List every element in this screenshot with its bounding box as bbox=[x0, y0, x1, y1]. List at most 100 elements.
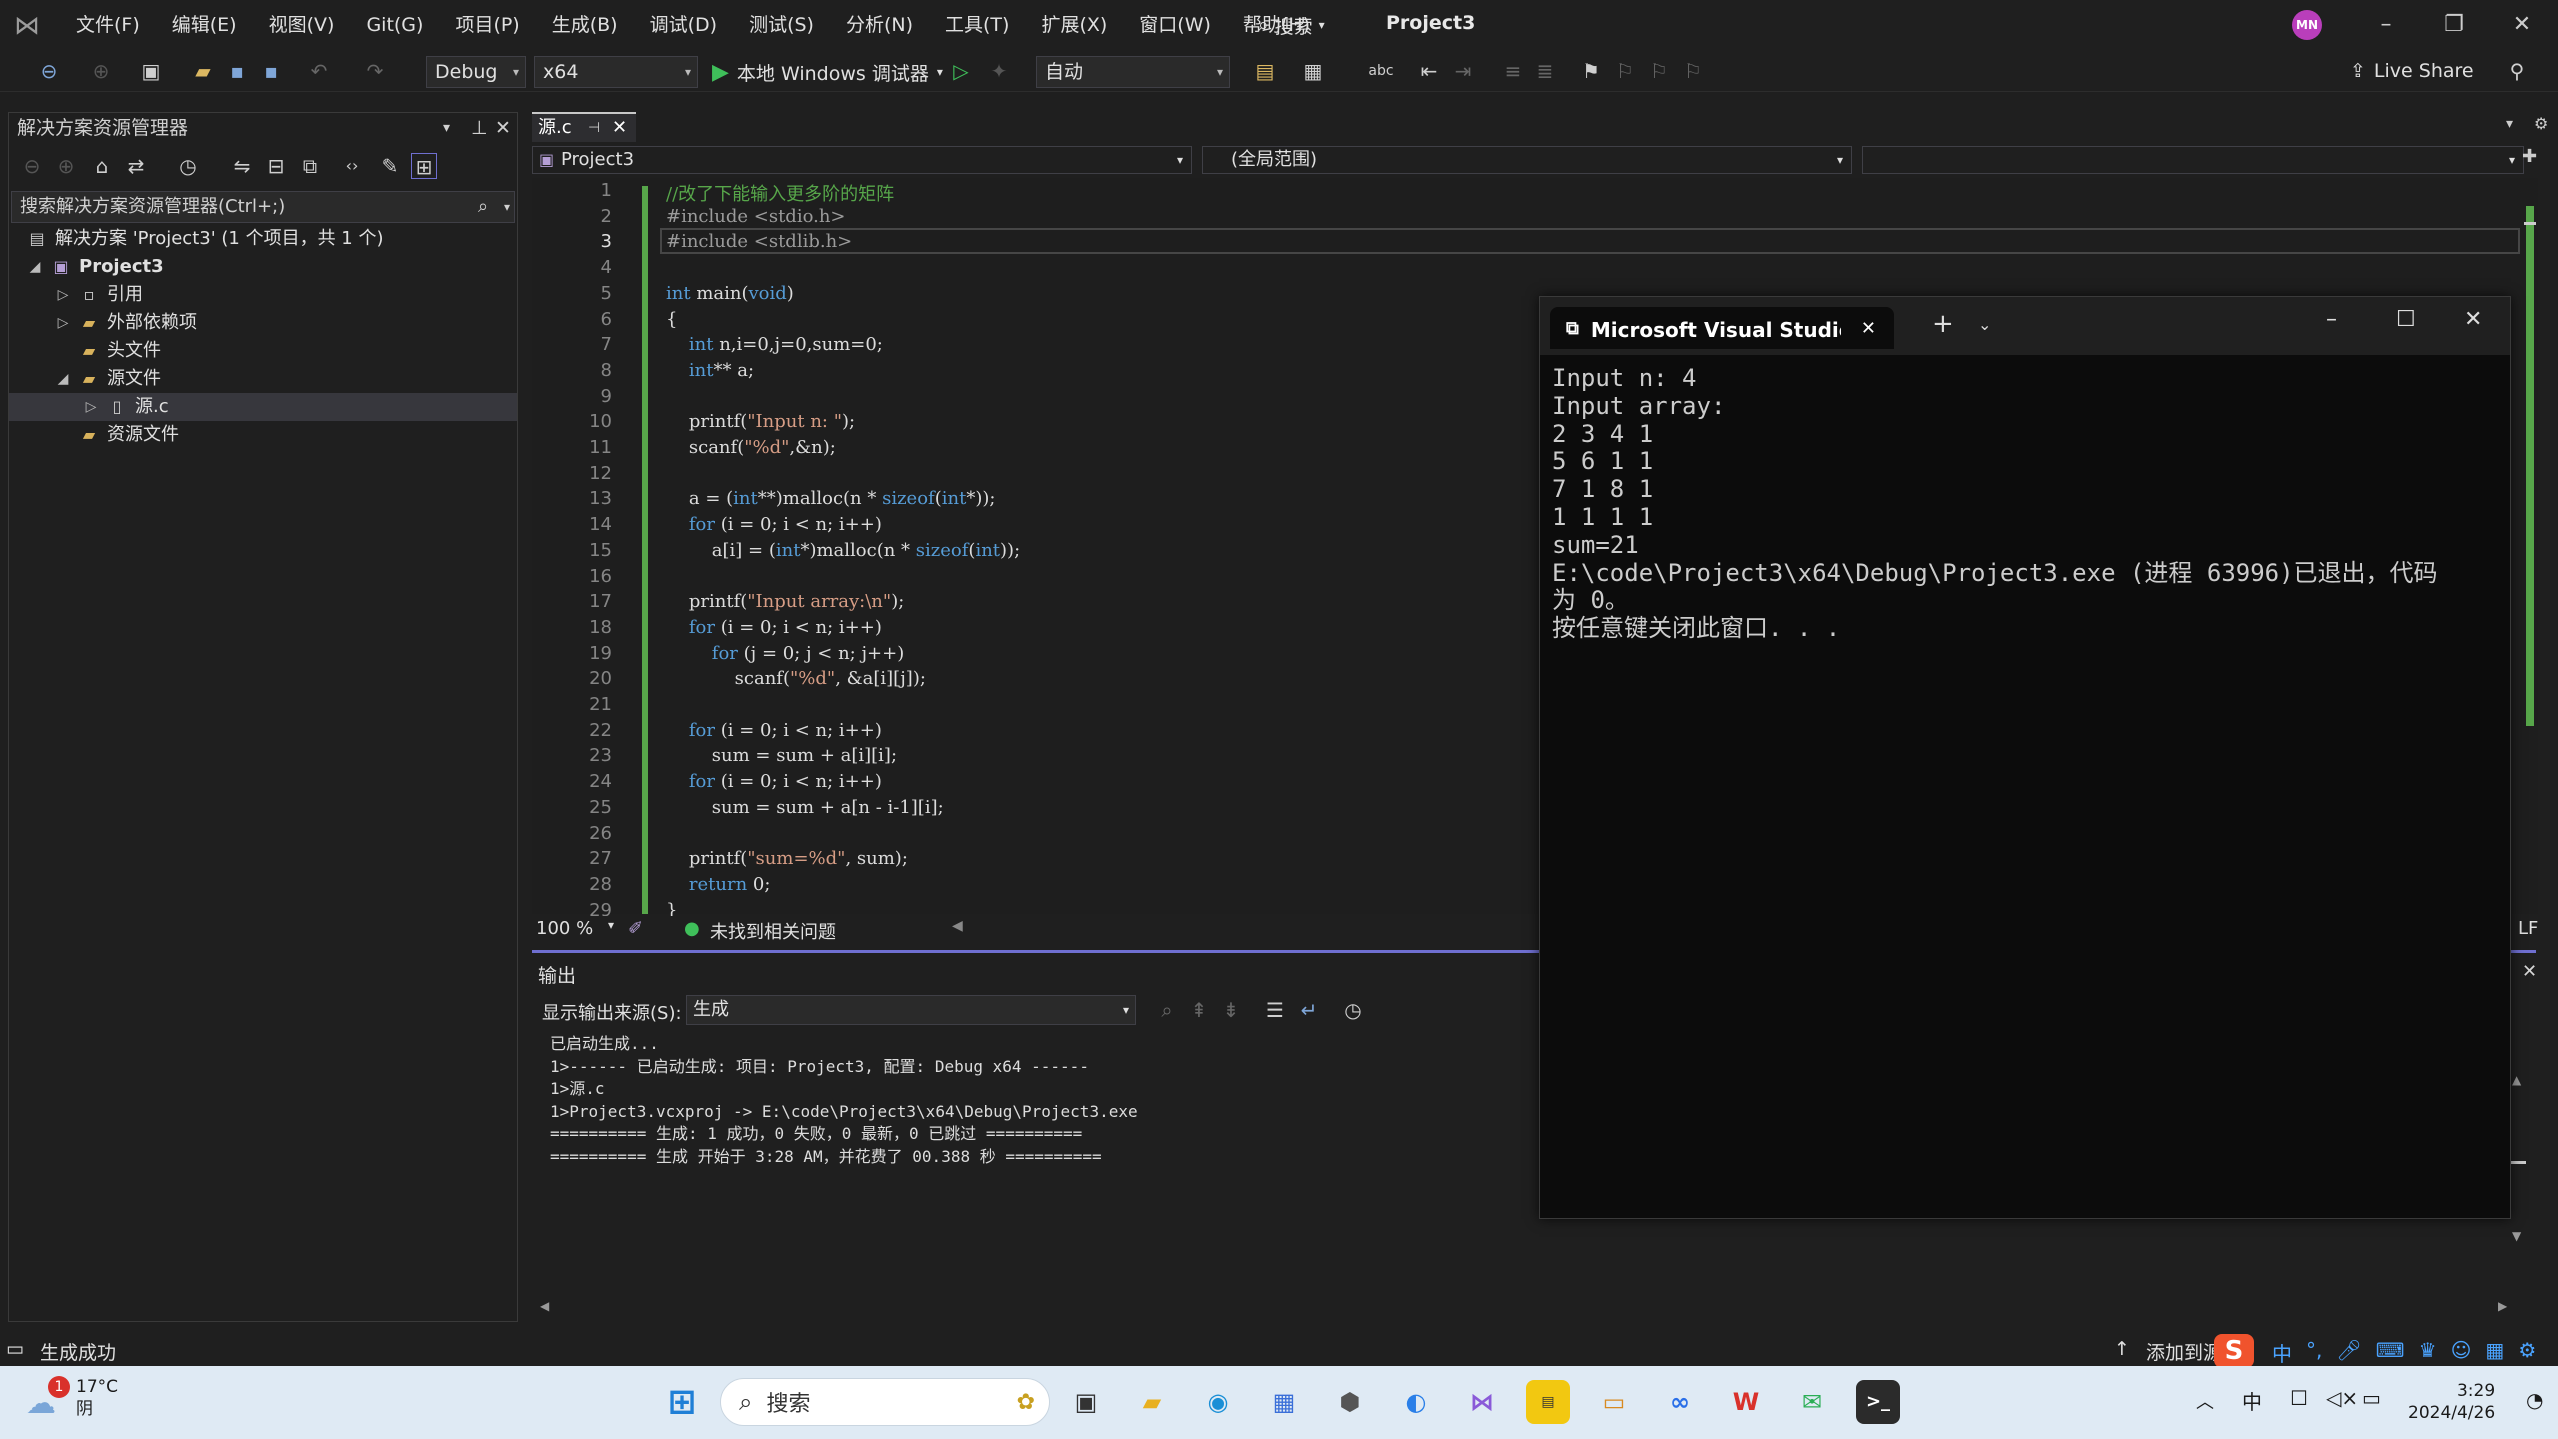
scroll-left-icon[interactable]: ◀ bbox=[540, 1299, 549, 1313]
member-nav-select[interactable]: ▾ bbox=[1862, 146, 2524, 174]
spell-check-icon[interactable]: abc bbox=[1368, 58, 1394, 84]
task-view-icon[interactable]: ▣ bbox=[1064, 1380, 1108, 1424]
visual-studio-icon[interactable]: ⋈ bbox=[1460, 1380, 1504, 1424]
skin-icon[interactable]: ♛ bbox=[2419, 1338, 2437, 1367]
scroll-thumb[interactable] bbox=[2510, 1161, 2526, 1164]
tree-item-project[interactable]: ◢ ▣ Project3 bbox=[27, 253, 164, 281]
clock[interactable]: 3:29 2024/4/26 bbox=[2408, 1380, 2495, 1424]
add-to-source-control[interactable]: 添加到源 bbox=[2146, 1338, 2222, 1365]
menu-item[interactable]: 文件(F) bbox=[60, 0, 156, 50]
pending-changes-icon[interactable]: ◷ bbox=[175, 153, 201, 179]
undo-icon[interactable]: ↶ bbox=[306, 58, 332, 84]
word-wrap-icon[interactable]: ↵ bbox=[1296, 997, 1322, 1023]
back-icon[interactable]: ⊖ bbox=[19, 153, 45, 179]
settings-icon[interactable]: ⚙ bbox=[2518, 1338, 2536, 1367]
weather-widget[interactable]: ☁ 1 17°C 阴 bbox=[26, 1376, 118, 1421]
close-icon[interactable]: ✕ bbox=[2464, 307, 2482, 332]
minimize-icon[interactable]: – bbox=[2356, 8, 2416, 42]
volume-icon[interactable]: ◁× bbox=[2326, 1386, 2358, 1410]
menu-item[interactable]: 测试(S) bbox=[733, 0, 830, 50]
close-icon[interactable]: ✕ bbox=[2522, 961, 2537, 982]
microphone-icon[interactable]: 🎤︎ bbox=[2336, 1338, 2361, 1367]
bookmark-icon[interactable]: ⚑ bbox=[1578, 58, 1604, 84]
ime-chinese-icon[interactable]: 中 bbox=[2272, 1338, 2292, 1367]
windows-start-icon[interactable]: ⊞ bbox=[660, 1380, 704, 1424]
wps-icon[interactable]: W bbox=[1724, 1380, 1768, 1424]
file-explorer-icon[interactable]: ▰ bbox=[1130, 1380, 1174, 1424]
menu-item[interactable]: Git(G) bbox=[350, 0, 439, 50]
tree-item-header-files[interactable]: ▰ 头文件 bbox=[79, 337, 161, 365]
notification-icon[interactable]: ◔ bbox=[2526, 1388, 2543, 1412]
tree-item-source-files[interactable]: ◢ ▰ 源文件 bbox=[55, 365, 161, 393]
editor-vertical-scrollbar[interactable] bbox=[2522, 178, 2538, 914]
maximize-icon[interactable]: ☐ bbox=[2396, 307, 2416, 332]
battery-icon[interactable]: ▭ bbox=[2362, 1386, 2381, 1410]
menu-item[interactable]: 工具(T) bbox=[929, 0, 1025, 50]
edge-icon[interactable]: ◉ bbox=[1196, 1380, 1240, 1424]
menu-item[interactable]: 项目(P) bbox=[439, 0, 535, 50]
taskbar-search[interactable]: ⌕ 搜索 ✿ bbox=[720, 1378, 1050, 1426]
feedback-icon[interactable]: ⚲ bbox=[2504, 58, 2530, 84]
restore-icon[interactable]: ❐ bbox=[2424, 8, 2484, 42]
scroll-down-icon[interactable]: ▼ bbox=[2512, 1229, 2521, 1243]
chevron-down-icon[interactable]: ▾ bbox=[443, 113, 450, 143]
uncomment-icon[interactable]: ≣ bbox=[1532, 58, 1558, 84]
open-folder-icon[interactable]: ▰ bbox=[190, 58, 216, 84]
clock-icon[interactable]: ◷ bbox=[1340, 997, 1366, 1023]
new-item-icon[interactable]: ▣ bbox=[138, 58, 164, 84]
sogou-ime-icon[interactable]: S bbox=[2214, 1334, 2254, 1368]
find-message-icon[interactable]: ⌕ bbox=[1154, 997, 1180, 1023]
menu-item[interactable]: 调试(D) bbox=[634, 0, 733, 50]
collapse-all-icon[interactable]: ⊟ bbox=[263, 153, 289, 179]
menu-item[interactable]: 生成(B) bbox=[536, 0, 634, 50]
window-layout-icon[interactable]: ▦ bbox=[1300, 58, 1326, 84]
output-horizontal-scrollbar[interactable]: ◀ ▶ bbox=[532, 1297, 2536, 1319]
gear-icon[interactable]: ⚙ bbox=[2534, 114, 2548, 133]
solution-search-input[interactable]: 搜索解决方案资源管理器(Ctrl+;) ⌕ ▾ bbox=[11, 191, 515, 223]
forward-icon[interactable]: ⊕ bbox=[53, 153, 79, 179]
ime-punct-icon[interactable]: °, bbox=[2306, 1338, 2322, 1367]
chevron-down-icon[interactable]: ⌄ bbox=[1978, 315, 1991, 334]
config-select[interactable]: Debug ▾ bbox=[426, 56, 526, 88]
output-source-select[interactable]: 生成 ▾ bbox=[686, 995, 1136, 1025]
show-all-files-icon[interactable]: ⧉ bbox=[297, 153, 323, 179]
scroll-right-icon[interactable]: ▶ bbox=[2498, 1299, 2507, 1313]
cloud-app-icon[interactable]: ∞ bbox=[1658, 1380, 1702, 1424]
new-tab-icon[interactable]: + bbox=[1932, 309, 1954, 339]
debug-console-window[interactable]: ⧉ Microsoft Visual Studio 调试 ✕ + ⌄ – ☐ ✕… bbox=[1539, 296, 2511, 1219]
project-nav-select[interactable]: ▣ Project3 ▾ bbox=[532, 146, 1192, 174]
tab-source-c[interactable]: 源.c ⊣ ✕ bbox=[532, 112, 636, 142]
close-icon[interactable]: ✕ bbox=[612, 114, 627, 142]
tree-item-external-deps[interactable]: ▷ ▰ 外部依赖项 bbox=[55, 309, 197, 337]
run-without-debug-icon[interactable]: ▷ bbox=[948, 58, 974, 84]
input-method-icon[interactable]: 中 bbox=[2242, 1386, 2262, 1415]
clear-bookmark-icon[interactable]: ⚐ bbox=[1680, 58, 1706, 84]
scroll-thumb[interactable] bbox=[2526, 206, 2534, 726]
close-icon[interactable]: ✕ bbox=[2492, 8, 2552, 42]
split-icon[interactable]: ✚ bbox=[2522, 146, 2537, 167]
next-message-icon[interactable]: ⇟ bbox=[1218, 997, 1244, 1023]
scroll-up-icon[interactable]: ▲ bbox=[2512, 1073, 2521, 1087]
cube-app-icon[interactable]: ⬢ bbox=[1328, 1380, 1372, 1424]
home-icon[interactable]: ⌂ bbox=[89, 153, 115, 179]
clear-all-icon[interactable]: ☰ bbox=[1262, 997, 1288, 1023]
preview-icon[interactable]: ⊞ bbox=[411, 153, 437, 179]
menu-item[interactable]: 视图(V) bbox=[253, 0, 351, 50]
live-share-button[interactable]: ⇪ Live Share bbox=[2350, 60, 2474, 82]
properties-icon[interactable]: ✎ bbox=[377, 153, 403, 179]
issues-status[interactable]: 未找到相关问题 bbox=[710, 918, 836, 944]
menu-item[interactable]: 扩展(X) bbox=[1025, 0, 1123, 50]
presentation-app-icon[interactable]: ▭ bbox=[1592, 1380, 1636, 1424]
search-button[interactable]: ⌕ 搜索 ▾ bbox=[1258, 8, 1325, 42]
sync-icon[interactable]: ⇋ bbox=[229, 153, 255, 179]
prev-bookmark-icon[interactable]: ⚐ bbox=[1612, 58, 1638, 84]
platform-select[interactable]: x64 ▾ bbox=[534, 56, 698, 88]
upload-icon[interactable]: ↑ bbox=[2114, 1338, 2130, 1360]
comment-icon[interactable]: ≡ bbox=[1500, 58, 1526, 84]
next-bookmark-icon[interactable]: ⚐ bbox=[1646, 58, 1672, 84]
solution-folder-icon[interactable]: ▤ bbox=[1252, 58, 1278, 84]
notes-app-icon[interactable]: ▤ bbox=[1526, 1380, 1570, 1424]
toolbox-icon[interactable]: ▦ bbox=[2485, 1338, 2504, 1367]
close-icon[interactable]: ✕ bbox=[1861, 318, 1876, 339]
tree-item-references[interactable]: ▷ ▫ 引用 bbox=[55, 281, 143, 309]
